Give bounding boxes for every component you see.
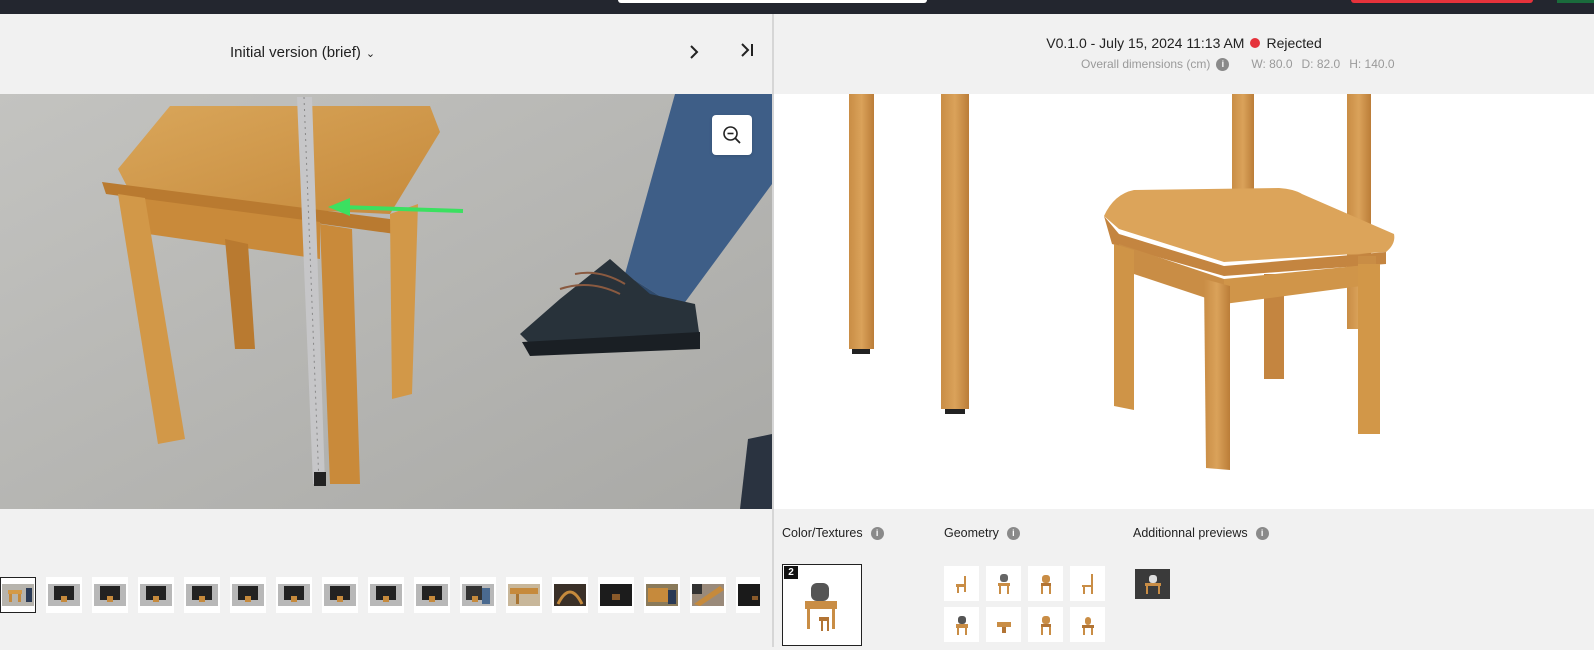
thumbnail[interactable] [230, 577, 266, 613]
info-icon[interactable]: i [1006, 526, 1020, 540]
thumbnail[interactable] [598, 577, 634, 613]
geometry-view[interactable] [986, 566, 1021, 601]
geometry-view[interactable] [1028, 566, 1063, 601]
thumbnail[interactable] [92, 577, 128, 613]
next-image-button[interactable] [688, 42, 700, 65]
thumbnail[interactable] [506, 577, 542, 613]
info-icon[interactable]: i [1216, 57, 1230, 71]
thumbnail[interactable] [0, 577, 36, 613]
thumbnail[interactable] [368, 577, 404, 613]
geometry-view[interactable] [1028, 607, 1063, 642]
additional-previews-title: Additionnal previews i [1133, 526, 1269, 540]
status-dot [1250, 38, 1261, 48]
version-select[interactable]: Initial version (brief) ⌄ [230, 44, 375, 61]
chevron-down-icon: ⌄ [365, 47, 376, 60]
depth-value: D: 82.0 [1301, 57, 1341, 71]
model-render-viewport[interactable] [774, 94, 1594, 509]
count-badge: 2 [784, 566, 798, 579]
width-value: W: 80.0 [1251, 57, 1293, 71]
dimensions-line: Overall dimensions (cm) i W: 80.0 D: 82.… [1081, 57, 1395, 71]
geometry-view[interactable] [944, 607, 979, 642]
skip-last-icon [741, 43, 753, 57]
additional-preview-thumbnail[interactable] [1135, 569, 1170, 599]
last-image-button[interactable] [740, 43, 756, 62]
thumbnail[interactable] [644, 577, 680, 613]
top-bar [0, 0, 1594, 14]
geometry-view[interactable] [944, 566, 979, 601]
thumbnail[interactable] [138, 577, 174, 613]
geometry-view[interactable] [1070, 607, 1105, 642]
geometry-grid [944, 566, 1105, 642]
geometry-title: Geometry i [944, 526, 1020, 540]
approve-button[interactable] [1557, 0, 1594, 3]
thumbnail[interactable] [552, 577, 588, 613]
status-label: Rejected [1266, 35, 1322, 51]
model-panel: V0.1.0 - July 15, 2024 11:13 AM Rejected… [774, 14, 1594, 647]
version-select-label: Initial version (brief) [230, 44, 361, 61]
chevron-right-icon [690, 45, 699, 59]
reference-photo[interactable] [0, 94, 772, 509]
stool-photo-image [0, 94, 772, 509]
thumbnail-strip [0, 577, 760, 617]
zoom-out-button[interactable] [712, 115, 752, 155]
info-icon[interactable]: i [1255, 526, 1269, 540]
color-texture-card[interactable]: 2 [782, 564, 862, 646]
geometry-view[interactable] [986, 607, 1021, 642]
zoom-out-icon [723, 126, 741, 144]
reject-button[interactable] [1351, 0, 1533, 3]
thumbnail[interactable] [460, 577, 496, 613]
geometry-view[interactable] [1070, 566, 1105, 601]
thumbnail[interactable] [414, 577, 450, 613]
search-input[interactable] [618, 0, 927, 3]
info-icon[interactable]: i [870, 526, 884, 540]
height-value: H: 140.0 [1349, 57, 1395, 71]
thumbnail[interactable] [690, 577, 726, 613]
chair-render-image [849, 94, 1395, 470]
thumbnail[interactable] [322, 577, 358, 613]
thumbnail[interactable] [276, 577, 312, 613]
version-label: V0.1.0 - July 15, 2024 11:13 AM [1046, 35, 1245, 51]
dimensions-label: Overall dimensions (cm) [1081, 57, 1211, 71]
thumbnail[interactable] [184, 577, 220, 613]
version-header: V0.1.0 - July 15, 2024 11:13 AM Rejected [774, 35, 1594, 51]
thumbnail[interactable] [736, 577, 760, 613]
color-textures-title: Color/Textures i [782, 526, 884, 540]
thumbnail[interactable] [46, 577, 82, 613]
reference-panel: Initial version (brief) ⌄ [0, 14, 772, 647]
